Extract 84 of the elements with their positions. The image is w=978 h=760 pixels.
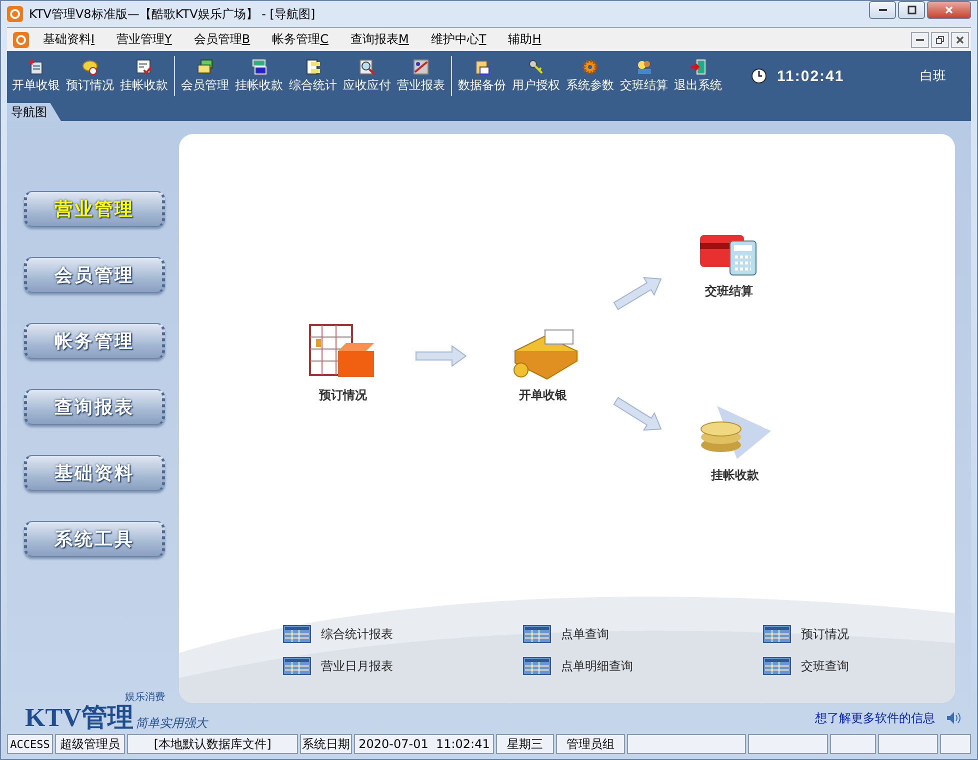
key-icon: [528, 58, 544, 74]
table-icon: [283, 657, 311, 675]
menu-item[interactable]: 会员管理B: [186, 31, 258, 48]
report-link[interactable]: 营业日月报表: [283, 657, 523, 675]
minimize-button[interactable]: [869, 1, 896, 19]
toolbar-button[interactable]: 挂帐收款: [232, 58, 286, 94]
table-icon: [763, 657, 791, 675]
status-cell: [940, 734, 971, 754]
status-cell: [本地默认数据库文件]: [127, 734, 298, 754]
status-cell: [830, 734, 876, 754]
node-label[interactable]: 挂帐收款: [711, 467, 759, 484]
tab[interactable]: 导航图: [7, 103, 61, 121]
menu-item[interactable]: 查询报表M: [342, 31, 417, 48]
app-logo-icon: [13, 32, 29, 48]
toolbar-button[interactable]: 会员管理: [178, 58, 232, 94]
logo-tagline: 娱乐消费: [125, 690, 165, 704]
close-icon: [944, 5, 954, 15]
toolbar-button[interactable]: 系统参数: [563, 58, 617, 94]
shift-label: 白班: [920, 68, 946, 85]
people-icon: [636, 58, 652, 74]
toolbar-button[interactable]: 用户授权: [509, 58, 563, 94]
status-cell: 超级管理员: [55, 734, 125, 754]
app-logo-icon: [7, 6, 23, 22]
flow-arrow: [613, 277, 662, 310]
toolbar-button[interactable]: 营业报表: [394, 58, 448, 94]
toolbar-button[interactable]: 退出系统: [671, 58, 725, 94]
report-link[interactable]: 预订情况: [763, 625, 955, 643]
status-cell: 管理员组: [556, 734, 626, 754]
document-icon: [28, 58, 44, 74]
status-cell: [878, 734, 938, 754]
menu-item[interactable]: 辅助 H: [500, 31, 550, 48]
maximize-icon: [906, 5, 916, 15]
info-link[interactable]: 想了解更多软件的信息: [815, 710, 935, 726]
toolbar-button[interactable]: 预订情况: [63, 58, 117, 94]
toolbar-button[interactable]: 开单收银: [9, 58, 63, 94]
close-button[interactable]: [951, 32, 969, 48]
checklist-icon: [136, 58, 152, 74]
menu-item[interactable]: 营业管理Y: [108, 31, 180, 48]
table-icon: [283, 625, 311, 643]
minimize-icon: [916, 38, 924, 40]
flow-arrow: [416, 345, 467, 367]
cards-icon: [197, 58, 213, 74]
node-label[interactable]: 预订情况: [319, 387, 367, 404]
status-cell: 系统日期: [300, 734, 352, 754]
magnifier-icon: [359, 58, 375, 74]
report-link[interactable]: 点单查询: [523, 625, 763, 643]
flow-arrow: [613, 396, 662, 431]
gear-icon: [582, 58, 598, 74]
minimize-icon: [878, 9, 886, 11]
logo-slogan: 简单实用强大: [135, 715, 208, 732]
window-title: KTV管理V8标准版—【酷歌KTV娱乐广场】 - [导航图]: [29, 6, 316, 22]
menu-item[interactable]: 基础资料I: [35, 31, 103, 48]
toolbar-button[interactable]: 应收应付: [340, 58, 394, 94]
minimize-button[interactable]: [911, 32, 929, 48]
status-cell: 星期三: [496, 734, 554, 754]
maximize-button[interactable]: [898, 1, 925, 19]
status-cell: 2020-07-01 11:02:41: [354, 734, 494, 754]
speaker-icon: [945, 710, 961, 726]
toolbar-button[interactable]: 交班结算: [617, 58, 671, 94]
clipboard-icon: [474, 58, 490, 74]
node-label[interactable]: 开单收银: [519, 387, 567, 404]
form-icon: [305, 58, 321, 74]
toolbar-button[interactable]: 数据备份: [455, 58, 509, 94]
toolbar-button[interactable]: 挂帐收款: [117, 58, 171, 94]
menu-item[interactable]: 帐务管理C: [264, 31, 337, 48]
report-link[interactable]: 点单明细查询: [523, 657, 763, 675]
logo-text: KTV管理: [25, 704, 134, 732]
exit-door-icon: [690, 58, 706, 74]
clock-time: 11:02:41: [777, 68, 844, 84]
report-link[interactable]: 综合统计报表: [283, 625, 523, 643]
restore-button[interactable]: [931, 32, 949, 48]
table-icon: [523, 625, 551, 643]
table-icon: [523, 657, 551, 675]
menu-item[interactable]: 维护中心T: [422, 31, 494, 48]
toolbar-button[interactable]: 综合统计: [286, 58, 340, 94]
clock-icon: [751, 68, 767, 84]
node-label[interactable]: 交班结算: [705, 283, 753, 300]
close-icon: [955, 34, 965, 44]
cards-icon: [251, 58, 267, 74]
table-icon: [763, 625, 791, 643]
restore-icon: [935, 34, 945, 44]
status-cell: ACCESS: [7, 734, 53, 754]
close-button[interactable]: [927, 1, 971, 19]
report-link[interactable]: 交班查询: [763, 657, 955, 675]
